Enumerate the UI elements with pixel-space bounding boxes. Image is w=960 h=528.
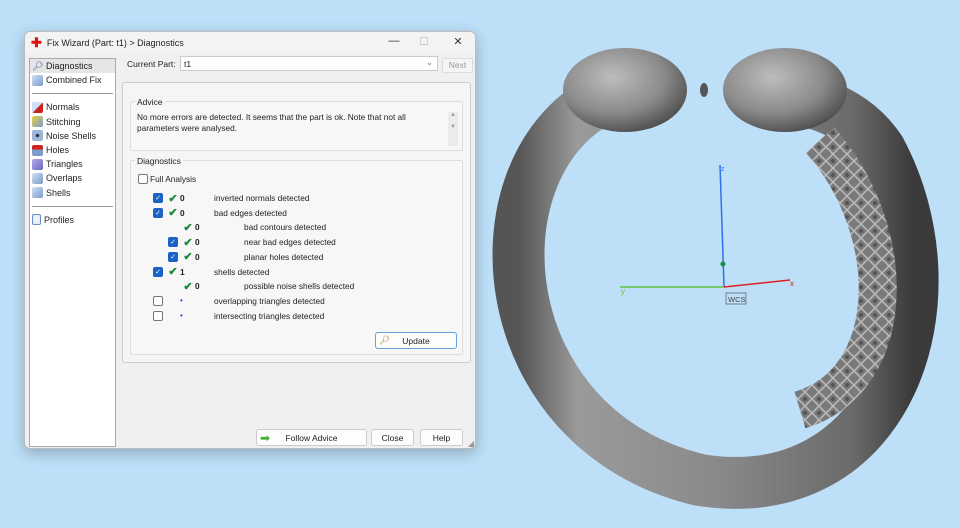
full-analysis-checkbox[interactable]: Full Analysis bbox=[138, 173, 196, 185]
diagnostic-row: ✓ ✔ 0 near bad edges detected bbox=[153, 236, 336, 249]
diagnostic-count: 1 bbox=[180, 266, 185, 277]
stitching-cube-icon bbox=[32, 116, 43, 128]
next-button[interactable]: Next bbox=[442, 58, 473, 73]
shells-cube-icon bbox=[32, 187, 43, 199]
nav-item-combined-fix[interactable]: Combined Fix bbox=[30, 73, 115, 87]
nav-item-diagnostics[interactable]: 🔎︎ Diagnostics bbox=[30, 59, 115, 74]
nav-item-overlaps[interactable]: Overlaps bbox=[30, 171, 115, 185]
diagnostic-count: 0 bbox=[195, 222, 200, 233]
diagnostic-checkbox[interactable]: ✓ bbox=[153, 207, 163, 218]
document-icon bbox=[32, 214, 41, 226]
maximize-button[interactable]: ☐ bbox=[409, 35, 439, 51]
wcs-label: WCS bbox=[728, 295, 746, 304]
close-button[interactable]: Close bbox=[371, 429, 414, 446]
green-check-icon: ✔ bbox=[168, 207, 178, 220]
nav-item-shells[interactable]: Shells bbox=[30, 186, 115, 200]
diagnostic-count: • bbox=[180, 311, 183, 321]
ring-model bbox=[492, 48, 939, 509]
follow-advice-button[interactable]: ➡ Follow Advice bbox=[256, 429, 367, 446]
green-arrow-icon: ➡ bbox=[260, 430, 271, 445]
green-check-icon: ✔ bbox=[183, 236, 193, 249]
advice-text: No more errors are detected. It seems th… bbox=[137, 112, 406, 133]
current-part-label: Current Part: bbox=[127, 59, 176, 69]
diagnostic-label: shells detected bbox=[214, 266, 270, 277]
diagnostic-checkbox[interactable]: ✓ bbox=[168, 251, 178, 262]
diagnostic-count: 0 bbox=[195, 251, 200, 262]
x-axis-label: x bbox=[790, 279, 794, 288]
close-window-button[interactable]: ✕ bbox=[443, 35, 473, 51]
diagnostic-count: 0 bbox=[180, 193, 185, 203]
green-check-icon: ✔ bbox=[168, 266, 178, 278]
diagnostic-row: ✓ ✔ 0 inverted normals detected bbox=[153, 192, 310, 205]
fix-wizard-dialog: ✚ Fix Wizard (Part: t1) > Diagnostics — … bbox=[24, 31, 476, 449]
nav-item-noise-shells[interactable]: Noise Shells bbox=[30, 129, 115, 143]
diagnostic-row: ✓ ✔ 0 planar holes detected bbox=[153, 251, 323, 263]
diagnostic-count: 0 bbox=[180, 207, 185, 218]
nav-item-profiles[interactable]: Profiles bbox=[30, 213, 115, 227]
green-check-icon: ✔ bbox=[168, 192, 178, 205]
diagnostic-row: • intersecting triangles detected bbox=[153, 310, 324, 322]
diagnostic-checkbox[interactable] bbox=[153, 295, 163, 306]
ring-end-right bbox=[723, 48, 847, 132]
diagnostic-row: ✓ ✔ 1 shells detected bbox=[153, 266, 269, 278]
chevron-down-icon: ⌄ bbox=[425, 57, 433, 67]
divider bbox=[32, 205, 113, 207]
diagnostic-label: planar holes detected bbox=[244, 251, 324, 262]
diagnostic-row: ✔ 0 bad contours detected bbox=[153, 221, 327, 234]
diagnostic-row: • overlapping triangles detected bbox=[153, 295, 325, 307]
triangles-cube-icon bbox=[32, 158, 43, 170]
magnifier-icon: 🔎︎ bbox=[32, 60, 44, 71]
nav-item-triangles[interactable]: Triangles bbox=[30, 157, 115, 171]
holes-cube-icon bbox=[32, 144, 43, 156]
advice-title: Advice bbox=[135, 97, 165, 107]
minimize-button[interactable]: — bbox=[379, 35, 409, 51]
y-axis-label: y bbox=[621, 287, 625, 296]
current-part-select[interactable]: t1 ⌄ bbox=[180, 56, 438, 71]
diagnostic-count: 0 bbox=[195, 281, 200, 292]
diagnostic-count: 0 bbox=[195, 237, 200, 248]
diagnostic-checkbox[interactable] bbox=[153, 310, 163, 321]
content-panel: Advice No more errors are detected. It s… bbox=[122, 82, 471, 363]
red-cross-icon: ✚ bbox=[31, 35, 42, 50]
update-button[interactable]: 🔎︎ Update bbox=[375, 332, 457, 349]
diagnostic-label: overlapping triangles detected bbox=[214, 295, 325, 306]
nav-item-normals[interactable]: Normals bbox=[30, 100, 115, 114]
magnifier-icon: 🔎︎ bbox=[379, 335, 390, 345]
overlaps-cube-icon bbox=[32, 172, 43, 184]
advice-group: Advice No more errors are detected. It s… bbox=[130, 97, 463, 151]
diagnostic-label: inverted normals detected bbox=[214, 193, 310, 203]
diagnostic-label: near bad edges detected bbox=[244, 237, 336, 248]
diagnostic-label: bad edges detected bbox=[214, 207, 287, 218]
normals-cube-icon bbox=[32, 101, 43, 113]
diagnostics-title: Diagnostics bbox=[135, 156, 183, 166]
diagnostic-checkbox[interactable]: ✓ bbox=[153, 266, 163, 277]
divider bbox=[32, 93, 113, 95]
advice-scrollbar[interactable]: ▲ ▼ bbox=[448, 112, 458, 146]
diagnostic-row: ✔ 0 possible noise shells detected bbox=[153, 280, 355, 293]
ring-end-left bbox=[563, 48, 687, 132]
resize-grip[interactable]: ◢ bbox=[468, 439, 474, 448]
diagnostic-row: ✓ ✔ 0 bad edges detected bbox=[153, 207, 287, 219]
diagnostic-checkbox[interactable]: ✓ bbox=[168, 237, 178, 248]
diagnostic-label: intersecting triangles detected bbox=[214, 310, 325, 321]
green-check-icon: ✔ bbox=[183, 251, 193, 264]
green-check-icon: ✔ bbox=[183, 221, 193, 234]
diagnostic-count: • bbox=[180, 296, 183, 306]
wcs-axes: z y x WCS bbox=[620, 164, 794, 305]
z-axis-label: z bbox=[721, 166, 725, 173]
green-check-icon: ✔ bbox=[183, 280, 193, 293]
dialog-title: Fix Wizard (Part: t1) > Diagnostics bbox=[46, 38, 184, 48]
cube-icon bbox=[32, 74, 43, 86]
help-button[interactable]: Help bbox=[420, 429, 463, 446]
wizard-nav-list: 🔎︎ Diagnostics Combined Fix Normals Stitc… bbox=[29, 58, 116, 447]
diagnostics-group: Diagnostics Full Analysis ✓ ✔ 0 inverted no… bbox=[130, 156, 463, 355]
noise-shells-icon bbox=[32, 130, 43, 142]
nav-item-stitching[interactable]: Stitching bbox=[30, 115, 115, 129]
diagnostic-label: bad contours detected bbox=[244, 222, 327, 233]
diagnostic-checkbox[interactable]: ✓ bbox=[153, 193, 163, 203]
diagnostic-label: possible noise shells detected bbox=[244, 281, 355, 292]
nav-item-holes[interactable]: Holes bbox=[30, 143, 115, 157]
